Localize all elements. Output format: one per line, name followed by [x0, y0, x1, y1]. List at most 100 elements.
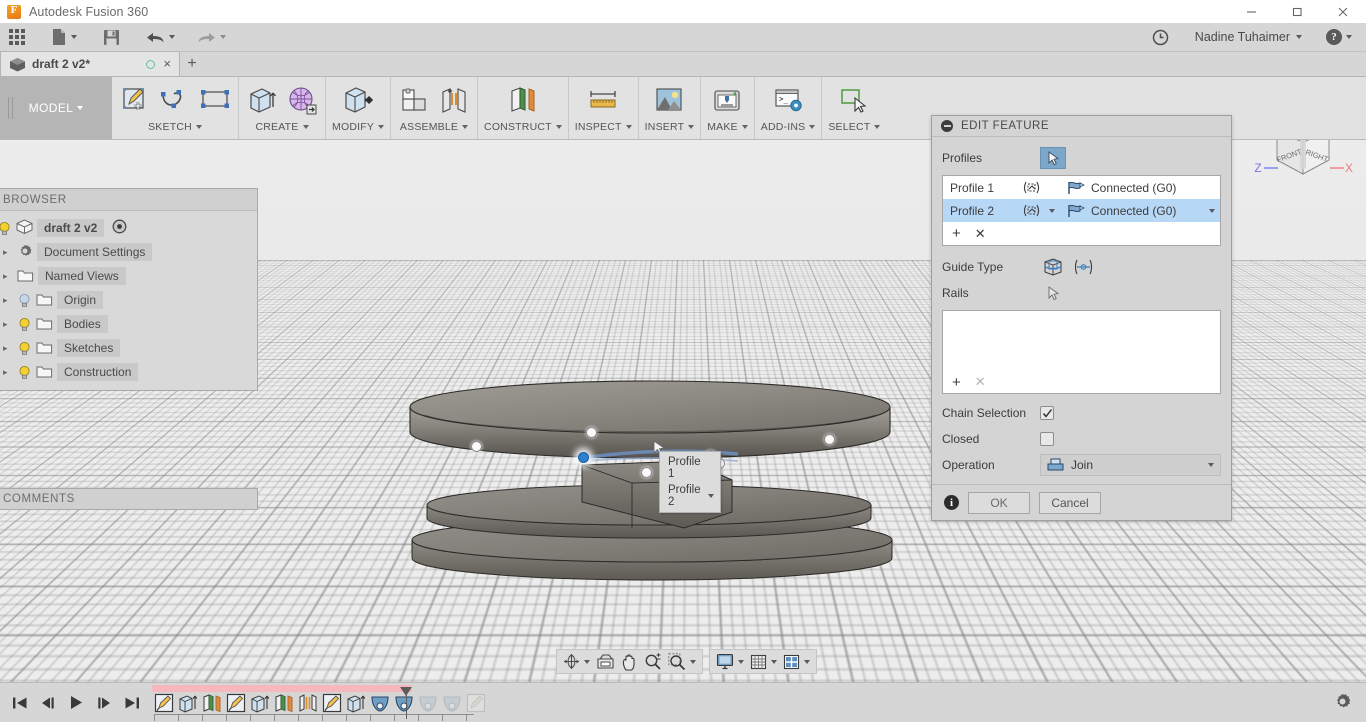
job-status-button[interactable]	[1146, 23, 1175, 52]
timeline-feature-loft[interactable]	[368, 692, 391, 714]
redo-button[interactable]	[191, 23, 232, 52]
offset-plane-icon[interactable]	[506, 83, 540, 117]
ribbon-group-label-addins[interactable]: ADD-INS	[761, 121, 816, 133]
profile-context-menu[interactable]: Profile 1 Profile 2	[659, 451, 721, 513]
ribbon-group-label-inspect[interactable]: INSPECT	[575, 121, 632, 133]
timeline-feature-mirror[interactable]	[296, 692, 319, 714]
extrude-icon[interactable]	[245, 83, 279, 117]
timeline-feature-sketch[interactable]	[320, 692, 343, 714]
timeline-feature-plane[interactable]	[200, 692, 223, 714]
browser-item-named-views[interactable]: ▸ Named Views	[0, 264, 257, 288]
light-bulb-icon[interactable]	[17, 365, 32, 380]
look-at-button[interactable]	[593, 651, 618, 673]
chevron-right-icon[interactable]: ▸	[3, 271, 13, 282]
context-menu-item-profile-1[interactable]: Profile 1	[660, 454, 720, 482]
ribbon-group-label-insert[interactable]: INSERT	[645, 121, 695, 133]
browser-item-origin[interactable]: ▸ Origin	[0, 288, 257, 312]
jump-to-end-button[interactable]	[122, 693, 142, 713]
step-back-button[interactable]	[38, 693, 58, 713]
profile-handle-top-mid[interactable]	[586, 427, 597, 438]
orbit-button[interactable]	[560, 651, 593, 673]
browser-item-sketches[interactable]: ▸ Sketches	[0, 336, 257, 360]
timeline-feature-extrude[interactable]	[248, 692, 271, 714]
minimize-button[interactable]	[1228, 0, 1274, 23]
measure-icon[interactable]	[586, 83, 620, 117]
undo-button[interactable]	[140, 23, 181, 52]
3d-print-icon[interactable]	[710, 83, 744, 117]
light-bulb-icon[interactable]	[17, 293, 32, 308]
comments-panel-header[interactable]: COMMENTS	[0, 488, 258, 510]
display-settings-button[interactable]	[713, 651, 747, 673]
rails-select-button[interactable]	[1040, 282, 1066, 304]
profile-handle-right[interactable]	[824, 434, 835, 445]
light-bulb-icon[interactable]	[17, 317, 32, 332]
profile-list-row[interactable]: Profile 1 Connected (G0)	[943, 176, 1220, 199]
timeline-feature-extrude[interactable]	[344, 692, 367, 714]
select-window-icon[interactable]	[837, 83, 871, 117]
browser-item-construction[interactable]: ▸ Construction	[0, 360, 257, 384]
close-tab-icon[interactable]: ×	[163, 59, 171, 69]
profile-list-row[interactable]: Profile 2 Connected (G0)	[943, 199, 1220, 222]
operation-dropdown[interactable]: Join	[1040, 454, 1221, 476]
close-button[interactable]	[1320, 0, 1366, 23]
chevron-right-icon[interactable]: ▸	[3, 367, 13, 378]
zoom-button[interactable]	[641, 651, 665, 673]
timeline-feature-plane[interactable]	[272, 692, 295, 714]
show-data-panel-button[interactable]	[0, 23, 31, 52]
continuity-dropdown[interactable]	[1200, 209, 1220, 213]
timeline-feature-sketch[interactable]	[464, 692, 487, 714]
ribbon-group-label-make[interactable]: MAKE	[707, 121, 748, 133]
ribbon-group-label-create[interactable]: CREATE	[255, 121, 308, 133]
file-menu-button[interactable]	[45, 23, 83, 52]
chain-selection-checkbox[interactable]	[1040, 406, 1054, 420]
timeline-feature-sketch[interactable]	[152, 692, 175, 714]
light-bulb-icon[interactable]	[17, 341, 32, 356]
pan-button[interactable]	[618, 651, 641, 673]
remove-profile-button[interactable]: ✕	[975, 226, 986, 242]
spline-icon[interactable]	[158, 83, 192, 117]
browser-item-root[interactable]: draft 2 v2	[0, 216, 257, 240]
document-tab[interactable]: draft 2 v2* ×	[0, 51, 180, 76]
help-menu-button[interactable]: ?	[1320, 23, 1358, 52]
ok-button[interactable]: OK	[968, 492, 1030, 514]
timeline-feature-sketch[interactable]	[224, 692, 247, 714]
ribbon-group-label-sketch[interactable]: SKETCH	[148, 121, 202, 133]
profile-handle-lower[interactable]	[641, 467, 652, 478]
chevron-right-icon[interactable]: ▸	[3, 343, 13, 354]
timeline-settings-button[interactable]	[1333, 692, 1366, 714]
profile-handle-left[interactable]	[471, 441, 482, 452]
play-button[interactable]	[66, 693, 86, 713]
view-cube[interactable]: Y Z X FRONT RIGHT	[1248, 140, 1358, 208]
viewports-button[interactable]	[780, 651, 813, 673]
timeline-feature-loft[interactable]	[416, 692, 439, 714]
chevron-down-icon[interactable]	[1049, 209, 1055, 213]
chevron-right-icon[interactable]: ▸	[3, 247, 13, 258]
ribbon-group-label-construct[interactable]: CONSTRUCT	[484, 121, 562, 133]
save-button[interactable]	[97, 23, 126, 52]
ribbon-group-label-select[interactable]: SELECT	[828, 121, 880, 133]
context-menu-item-profile-2[interactable]: Profile 2	[660, 482, 720, 510]
step-forward-button[interactable]	[94, 693, 114, 713]
add-profile-button[interactable]: +	[952, 225, 961, 242]
zoom-window-button[interactable]	[665, 651, 699, 673]
chevron-right-icon[interactable]: ▸	[3, 295, 13, 306]
collapse-icon[interactable]	[941, 120, 953, 132]
joint-icon[interactable]	[437, 83, 471, 117]
create-sketch-icon[interactable]	[118, 83, 152, 117]
guide-type-centerline-button[interactable]	[1071, 256, 1097, 278]
browser-item-document-settings[interactable]: ▸ Document Settings	[0, 240, 257, 264]
grid-snaps-button[interactable]	[747, 651, 780, 673]
scripts-addins-icon[interactable]: >_	[771, 83, 805, 117]
restore-button[interactable]	[1274, 0, 1320, 23]
timeline-feature-loft[interactable]	[440, 692, 463, 714]
form-icon[interactable]	[285, 83, 319, 117]
workspace-switcher-button[interactable]: MODEL	[0, 77, 112, 139]
profile-handle-selected[interactable]	[578, 452, 589, 463]
rails-list[interactable]	[942, 310, 1221, 372]
closed-checkbox[interactable]	[1040, 432, 1054, 446]
rectangle-icon[interactable]	[198, 83, 232, 117]
light-bulb-icon[interactable]	[0, 221, 12, 236]
ribbon-group-label-assemble[interactable]: ASSEMBLE	[400, 121, 468, 133]
user-account-menu[interactable]: Nadine Tuhaimer	[1189, 23, 1308, 52]
new-component-icon[interactable]	[397, 83, 431, 117]
